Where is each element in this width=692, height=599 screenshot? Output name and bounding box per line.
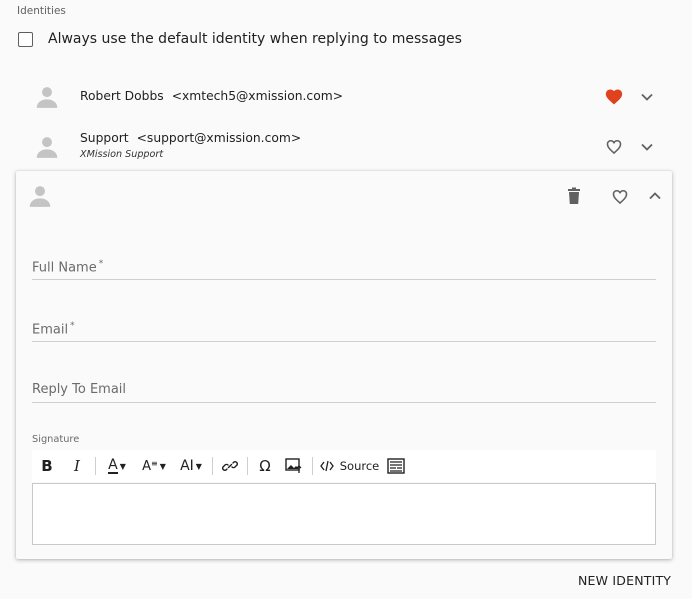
identity-name: Robert Dobbs <xmtech5@xmission.com> xyxy=(80,89,343,103)
special-character-button[interactable]: Ω xyxy=(251,450,279,482)
bold-button[interactable]: B xyxy=(32,450,62,482)
default-identity-option[interactable]: Always use the default identity when rep… xyxy=(18,31,462,47)
required-mark: * xyxy=(98,259,104,269)
new-identity-button[interactable]: NEW IDENTITY xyxy=(578,573,671,588)
full-name-label-text: Full Name xyxy=(32,260,97,276)
signature-editor[interactable] xyxy=(32,483,656,545)
font-color-button[interactable]: A ▼ xyxy=(99,450,135,482)
field-underline xyxy=(32,341,656,342)
template-button[interactable] xyxy=(382,450,410,482)
italic-button[interactable]: I xyxy=(62,450,92,482)
chevron-down-icon: ▼ xyxy=(159,461,166,471)
toolbar-separator xyxy=(95,457,96,475)
favorite-filled-icon[interactable] xyxy=(603,85,625,107)
email-label-text: Email xyxy=(32,322,69,338)
identity-row[interactable]: Robert Dobbs <xmtech5@xmission.com> xyxy=(0,76,692,116)
delete-icon[interactable] xyxy=(563,185,585,207)
chevron-down-icon[interactable] xyxy=(636,86,658,108)
reply-to-email-field[interactable]: Reply To Email xyxy=(32,380,656,404)
chevron-down-icon: ▼ xyxy=(119,461,126,471)
reply-to-email-label: Reply To Email xyxy=(32,382,127,397)
signature-label: Signature xyxy=(32,434,80,445)
required-mark: * xyxy=(70,321,75,331)
favorite-outline-icon[interactable] xyxy=(609,185,631,207)
insert-image-button[interactable] xyxy=(279,450,309,482)
toolbar-separator xyxy=(247,457,248,475)
person-icon xyxy=(34,84,60,110)
chevron-down-icon[interactable] xyxy=(636,136,658,158)
signature-toolbar: B I A ▼ A ≡ ▼ AI ▼ Ω Source xyxy=(32,450,656,482)
identity-email: <xmtech5@xmission.com> xyxy=(171,89,344,103)
field-underline xyxy=(32,402,656,403)
default-identity-label: Always use the default identity when rep… xyxy=(48,31,462,47)
identity-editor-card: Full Name * Email * Reply To Email Signatu… xyxy=(16,171,672,559)
identity-email: <support@xmission.com> xyxy=(136,131,302,145)
full-name-label: Full Name * xyxy=(32,259,103,275)
link-icon xyxy=(222,461,238,471)
source-icon xyxy=(319,460,334,472)
identity-full-name: Robert Dobbs xyxy=(80,89,164,103)
font-size-button[interactable]: AI ▼ xyxy=(173,450,209,482)
identity-name: Support <support@xmission.com> xyxy=(80,131,301,145)
font-family-lines-icon: ≡ xyxy=(151,458,158,468)
identity-full-name: Support xyxy=(80,131,129,145)
link-button[interactable] xyxy=(216,450,244,482)
bold-label: B xyxy=(41,457,53,475)
source-button[interactable]: Source xyxy=(316,450,382,482)
toolbar-separator xyxy=(312,457,313,475)
person-icon xyxy=(34,134,60,160)
identity-row[interactable]: Support <support@xmission.com> XMission S… xyxy=(0,126,692,166)
chevron-up-icon[interactable] xyxy=(644,185,666,207)
source-label: Source xyxy=(339,459,380,473)
default-identity-checkbox[interactable] xyxy=(18,31,33,47)
font-color-icon: A xyxy=(108,457,118,474)
email-field[interactable]: Email * xyxy=(32,319,656,343)
identity-subtitle: XMission Support xyxy=(80,149,164,160)
favorite-outline-icon[interactable] xyxy=(603,135,625,157)
font-family-icon: A xyxy=(142,458,152,474)
font-family-button[interactable]: A ≡ ▼ xyxy=(135,450,173,482)
full-name-field[interactable]: Full Name * xyxy=(32,257,656,281)
chevron-down-icon: ▼ xyxy=(195,461,202,471)
image-upload-icon xyxy=(285,458,302,473)
italic-label: I xyxy=(74,457,80,475)
template-icon xyxy=(387,458,405,474)
toolbar-separator xyxy=(212,457,213,475)
font-size-icon: AI xyxy=(180,458,194,474)
section-title: Identities xyxy=(17,5,66,17)
field-underline xyxy=(32,279,656,280)
omega-icon: Ω xyxy=(259,457,271,475)
person-icon xyxy=(27,183,53,209)
email-label: Email * xyxy=(32,321,75,337)
